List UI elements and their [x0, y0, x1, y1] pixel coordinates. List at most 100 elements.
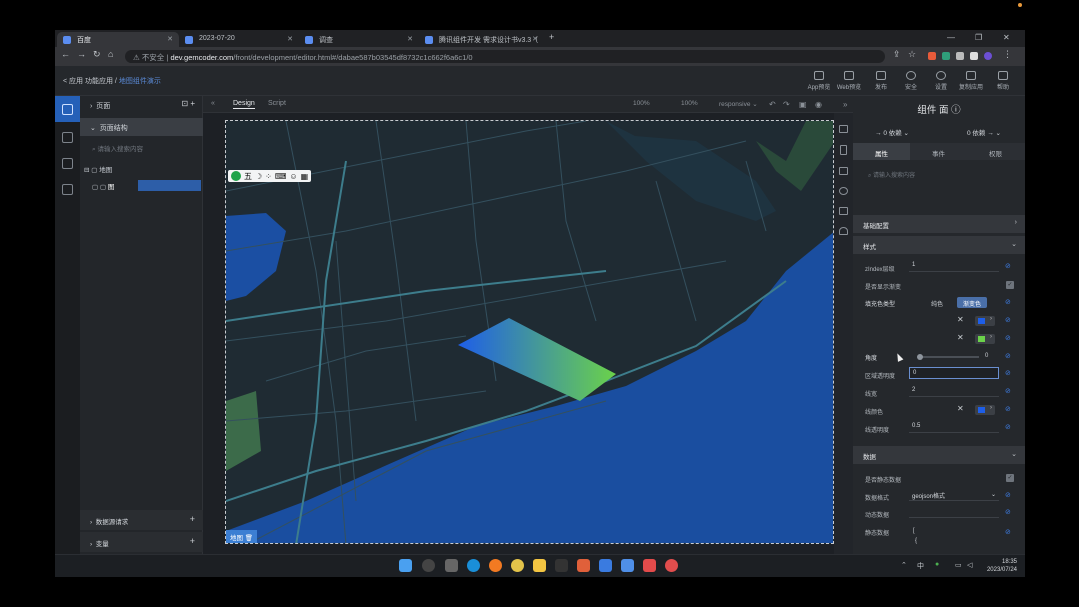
bind-link-icon[interactable]: ⊘ [1005, 508, 1011, 516]
map-component[interactable]: 五 ☽ ⁘ ⌨ ☺ ▦ 地图 🗑 [225, 120, 834, 544]
app-icon[interactable] [577, 559, 590, 572]
angle-slider-knob[interactable] [917, 354, 923, 360]
windows-start-icon[interactable] [399, 559, 412, 572]
variables-section[interactable]: › 变量 + [80, 532, 203, 552]
extension-icon[interactable] [942, 52, 950, 60]
publish-button[interactable]: 发布 [867, 71, 895, 91]
zoom-level-a[interactable]: 100% [633, 100, 650, 107]
static-data-line-2[interactable]: { [915, 538, 917, 544]
bind-link-icon[interactable]: ⊘ [1005, 334, 1011, 342]
grid-icon[interactable]: ▦ [301, 172, 309, 181]
back-icon[interactable]: ← [61, 49, 70, 59]
static-data-line-1[interactable]: [ [913, 528, 915, 534]
browser-tab-3[interactable]: 调查 ✕ [299, 32, 419, 47]
pages-icon[interactable] [62, 104, 73, 115]
folder-icon[interactable] [533, 559, 546, 572]
restore-icon[interactable]: ❐ [975, 33, 982, 42]
browser-tab-4[interactable]: 腾讯组件开发 需求设计书v3.3（ ✕ [419, 32, 544, 47]
line-opacity-input[interactable]: 0.5 [909, 421, 999, 433]
bind-link-icon[interactable]: ⊘ [1005, 387, 1011, 395]
app-icon[interactable] [665, 559, 678, 572]
dots-icon[interactable]: ⁘ [265, 172, 272, 181]
mobile-icon[interactable] [840, 145, 847, 155]
home-icon[interactable]: ⌂ [108, 49, 113, 59]
section-data[interactable]: 数据 ⌄ [853, 446, 1025, 464]
undo-icon[interactable]: ↶ [769, 100, 776, 109]
wechat-icon[interactable]: ● [935, 561, 939, 568]
add-variable-icon[interactable]: + [190, 536, 195, 546]
avatar[interactable] [984, 52, 992, 60]
components-icon[interactable] [62, 132, 73, 143]
dependency-right[interactable]: 0 依赖 → ⌄ [967, 127, 1001, 137]
back-link[interactable]: < 应用 功能应用 [63, 78, 113, 85]
volume-icon[interactable]: ◁ [967, 561, 972, 569]
bind-link-icon[interactable]: ⊘ [1005, 298, 1011, 306]
moon-icon[interactable]: ☽ [255, 172, 262, 181]
dynamic-data-input[interactable] [909, 506, 999, 518]
web-preview-button[interactable]: Web预览 [835, 71, 863, 91]
remove-color-icon[interactable]: ✕ [957, 333, 964, 342]
close-window-icon[interactable]: ✕ [1003, 33, 1010, 42]
tree-node-child[interactable]: ▢ ▢ 图 [92, 181, 114, 191]
bind-link-icon[interactable]: ⊘ [1005, 316, 1011, 324]
data-icon[interactable] [62, 158, 73, 169]
chart-icon[interactable] [839, 167, 848, 175]
redo-icon[interactable]: ↷ [783, 100, 790, 109]
help-circle-icon[interactable]: ⓘ [951, 105, 961, 116]
gradient-checkbox[interactable]: ✓ [1006, 281, 1014, 289]
map-component-label[interactable]: 地图 🗑 [226, 530, 258, 543]
settings-button[interactable]: 设置 [927, 71, 955, 91]
user-icon[interactable] [839, 227, 848, 235]
new-tab-icon[interactable]: + [549, 32, 554, 42]
area-opacity-input[interactable]: 0 [909, 367, 999, 379]
collapse-left-icon[interactable]: « [211, 100, 215, 107]
close-icon[interactable]: ✕ [167, 35, 173, 43]
firefox-icon[interactable] [489, 559, 502, 572]
fill-type-solid[interactable]: 纯色 [925, 297, 949, 308]
bind-link-icon[interactable]: ⊘ [1005, 491, 1011, 499]
star-icon[interactable]: ☆ [908, 49, 916, 60]
structure-search-input[interactable]: ⌕ 请输入搜索内容 [86, 140, 197, 154]
remove-color-icon[interactable]: ✕ [957, 404, 964, 413]
stack-icon[interactable] [839, 207, 848, 215]
property-search-input[interactable]: ⌕ 请输入搜索内容 [858, 167, 1020, 180]
eye-icon[interactable] [839, 187, 848, 195]
app-icon[interactable] [621, 559, 634, 572]
section-style[interactable]: 样式 ⌄ [853, 236, 1025, 254]
bind-link-icon[interactable]: ⊘ [1005, 423, 1011, 431]
share-icon[interactable]: ⇪ [893, 49, 901, 60]
bind-link-icon[interactable]: ⊘ [1005, 262, 1011, 270]
tab-design[interactable]: Design [233, 100, 255, 109]
task-view-icon[interactable] [445, 559, 458, 572]
angle-slider[interactable] [919, 356, 979, 358]
remove-color-icon[interactable]: ✕ [957, 315, 964, 324]
puzzle-icon[interactable] [956, 52, 964, 60]
bind-link-icon[interactable]: ⊘ [1005, 352, 1011, 360]
static-data-checkbox[interactable]: ✓ [1006, 474, 1014, 482]
tab-script[interactable]: Script [268, 100, 286, 107]
person-icon[interactable]: ☺ [289, 172, 297, 181]
cube-icon[interactable] [62, 184, 73, 195]
browser-tab-1[interactable]: 百度 ✕ [57, 32, 179, 47]
url-input[interactable]: ⚠ 不安全 | dev.gemcoder.com/front/developme… [125, 50, 885, 63]
help-button[interactable]: 帮助 [989, 71, 1017, 91]
line-width-input[interactable]: 2 [909, 385, 999, 397]
datasource-section[interactable]: › 数据源请求 + [80, 510, 203, 530]
device-select[interactable]: responsive ⌄ [719, 100, 758, 108]
close-icon[interactable]: ✕ [532, 35, 538, 43]
gradient-end-color[interactable]: › [975, 334, 995, 344]
fill-type-gradient[interactable]: 渐变色 [957, 297, 988, 308]
browser-tab-2[interactable]: 2023-07-20 ✕ [179, 32, 299, 47]
app-icon[interactable] [599, 559, 612, 572]
tree-node-root[interactable]: ⊟ ▢ 地图 [84, 164, 112, 174]
network-icon[interactable]: ▭ [955, 561, 962, 569]
keyboard-icon[interactable]: ⌨ [275, 172, 287, 181]
pages-section[interactable]: › 页面 ⊡ + [80, 96, 203, 114]
tab-properties[interactable]: 属性 [853, 143, 910, 160]
clock[interactable]: 18:35 2023/07/24 [987, 558, 1017, 574]
dependency-left[interactable]: → 0 依赖 ⌄ [875, 127, 909, 137]
security-button[interactable]: 安全 [897, 71, 925, 91]
close-icon[interactable]: ✕ [287, 35, 293, 43]
collapse-right-icon[interactable]: » [843, 100, 847, 109]
add-page-icon[interactable]: ⊡ + [181, 99, 195, 108]
